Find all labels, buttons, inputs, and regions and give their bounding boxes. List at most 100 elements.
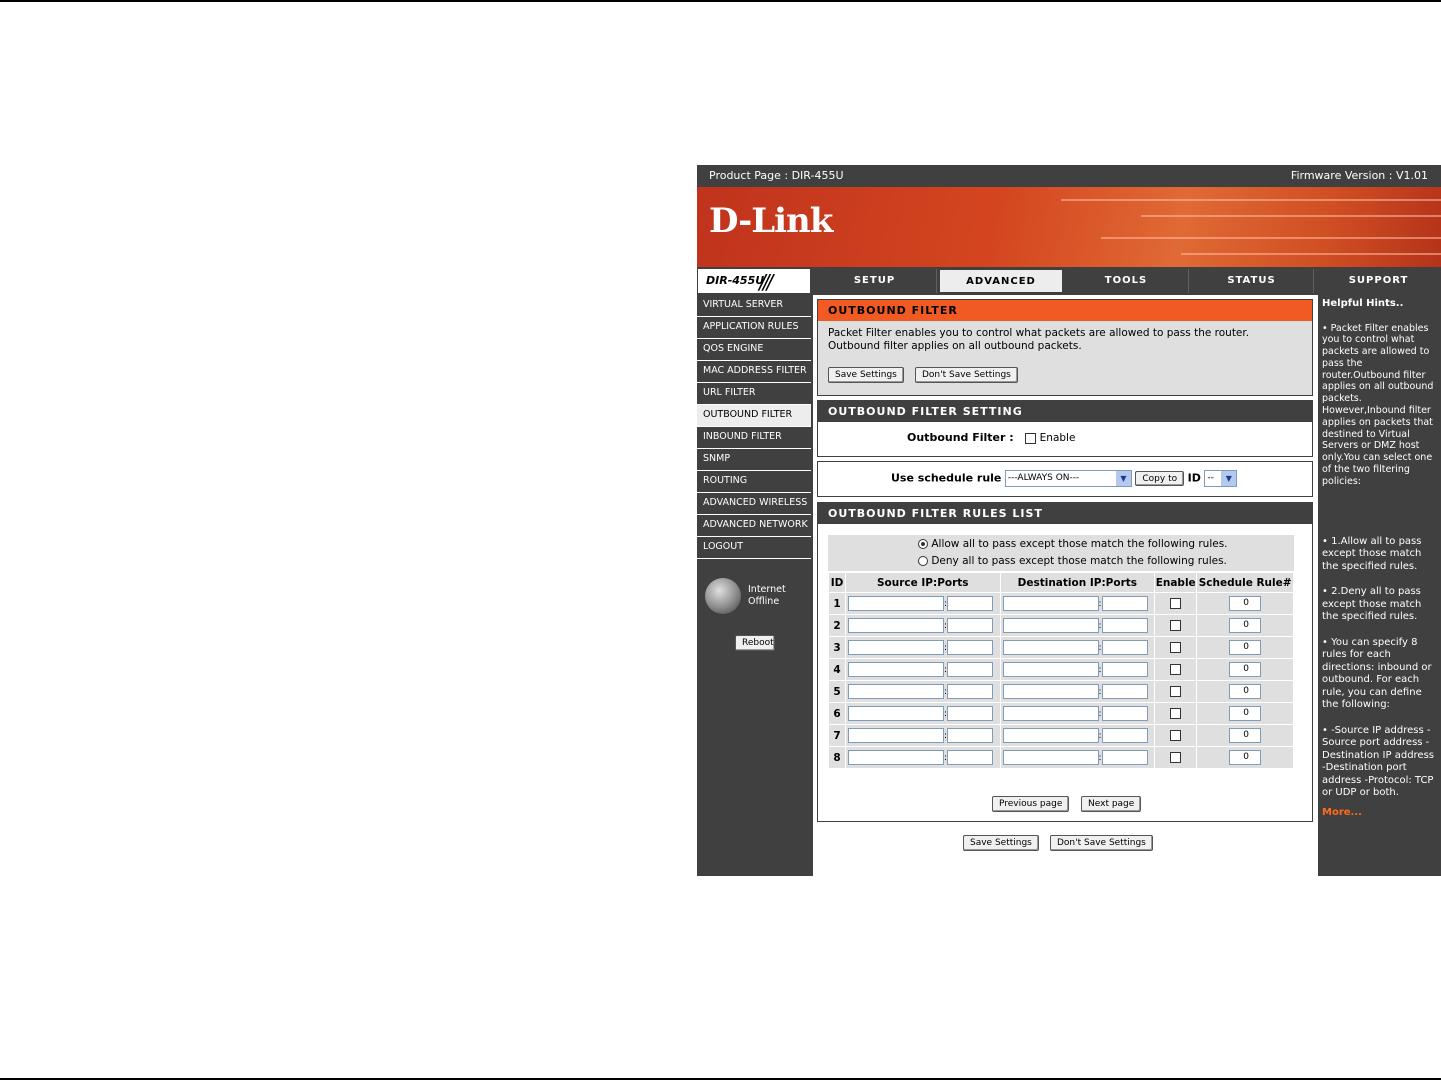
- source-ip-input[interactable]: [848, 750, 944, 765]
- hint-1: • Packet Filter enables you to control w…: [1322, 322, 1434, 487]
- previous-page-button[interactable]: Previous page: [992, 796, 1070, 812]
- source-port-input[interactable]: [947, 728, 993, 743]
- hint-2: • 1.Allow all to pass except those match…: [1322, 535, 1422, 572]
- source-ip-input[interactable]: [848, 640, 944, 655]
- schedule-rule-input[interactable]: 0: [1229, 706, 1262, 721]
- nav-url-filter[interactable]: URL FILTER: [697, 383, 811, 405]
- footer-save-settings-button[interactable]: Save Settings: [963, 835, 1039, 851]
- tab-advanced[interactable]: ADVANCED: [939, 269, 1063, 293]
- nav-qos-engine[interactable]: QOS ENGINE: [697, 339, 811, 361]
- nav-outbound-filter[interactable]: OUTBOUND FILTER: [697, 405, 811, 427]
- router-page: Product Page : DIR-455U Firmware Version…: [697, 165, 1441, 876]
- source-cell: :: [846, 637, 1000, 658]
- nav-advanced-network[interactable]: ADVANCED NETWORK: [697, 515, 811, 537]
- rule-enable-checkbox[interactable]: [1170, 708, 1182, 719]
- nav-application-rules[interactable]: APPLICATION RULES: [697, 317, 811, 339]
- source-port-input[interactable]: [947, 706, 993, 721]
- source-ip-input[interactable]: [848, 618, 944, 633]
- dont-save-settings-button[interactable]: Don't Save Settings: [915, 367, 1018, 383]
- source-ip-input[interactable]: [848, 728, 944, 743]
- nav-inbound-filter[interactable]: INBOUND FILTER: [697, 427, 811, 449]
- destination-ip-input[interactable]: [1002, 728, 1099, 743]
- main-content: OUTBOUND FILTER Packet Filter enables yo…: [813, 295, 1318, 876]
- nav-virtual-server[interactable]: VIRTUAL SERVER: [697, 295, 811, 317]
- destination-cell: :: [1000, 659, 1155, 680]
- source-ip-input[interactable]: [848, 706, 944, 721]
- destination-port-input[interactable]: [1101, 640, 1148, 655]
- destination-port-input[interactable]: [1101, 662, 1148, 677]
- source-port-input[interactable]: [947, 684, 993, 699]
- allow-option[interactable]: Allow all to pass except those match the…: [918, 538, 1228, 550]
- source-ip-input[interactable]: [848, 596, 944, 611]
- source-ip-input[interactable]: [848, 684, 944, 699]
- source-port-input[interactable]: [947, 618, 993, 633]
- outbound-filter-enable-checkbox[interactable]: [1025, 432, 1037, 444]
- destination-ip-input[interactable]: [1002, 662, 1099, 677]
- enable-cell: [1155, 615, 1197, 636]
- nav-advanced-wireless[interactable]: ADVANCED WIRELESS: [697, 493, 811, 515]
- schedule-cell: 0: [1197, 637, 1293, 658]
- schedule-rule-input[interactable]: 0: [1229, 684, 1262, 699]
- schedule-rule-input[interactable]: 0: [1229, 618, 1262, 633]
- destination-port-input[interactable]: [1101, 728, 1148, 743]
- destination-ip-input[interactable]: [1002, 706, 1099, 721]
- allow-radio[interactable]: [918, 539, 928, 549]
- destination-port-input[interactable]: [1101, 618, 1148, 633]
- rule-enable-checkbox[interactable]: [1170, 664, 1182, 675]
- schedule-rule-input[interactable]: 0: [1229, 750, 1262, 765]
- rule-enable-checkbox[interactable]: [1170, 730, 1182, 741]
- source-ip-input[interactable]: [848, 662, 944, 677]
- destination-ip-input[interactable]: [1002, 684, 1099, 699]
- rule-enable-checkbox[interactable]: [1170, 620, 1182, 631]
- nav-snmp[interactable]: SNMP: [697, 449, 811, 471]
- nav-routing[interactable]: ROUTING: [697, 471, 811, 493]
- copy-to-button[interactable]: Copy to: [1135, 471, 1185, 486]
- tab-setup[interactable]: SETUP: [813, 269, 937, 293]
- schedule-select[interactable]: ---ALWAYS ON--- ▼: [1004, 470, 1132, 487]
- destination-ip-input[interactable]: [1002, 750, 1099, 765]
- internet-status: Internet Offline: [703, 578, 803, 618]
- rule-enable-checkbox[interactable]: [1170, 642, 1182, 653]
- source-port-input[interactable]: [947, 596, 993, 611]
- save-settings-button[interactable]: Save Settings: [828, 367, 904, 383]
- schedule-rule-input[interactable]: 0: [1229, 662, 1262, 677]
- destination-port-input[interactable]: [1101, 750, 1148, 765]
- destination-ip-input[interactable]: [1002, 618, 1099, 633]
- destination-ip-input[interactable]: [1002, 640, 1099, 655]
- nav-logout[interactable]: LOGOUT: [697, 537, 811, 559]
- rule-enable-checkbox[interactable]: [1170, 598, 1182, 609]
- tab-tools[interactable]: TOOLS: [1064, 269, 1189, 293]
- nav-mac-address-filter[interactable]: MAC ADDRESS FILTER: [697, 361, 811, 383]
- source-port-input[interactable]: [947, 640, 993, 655]
- hint-5: • -Source IP address -Source port addres…: [1322, 724, 1435, 799]
- destination-ip-input[interactable]: [1002, 596, 1099, 611]
- schedule-rule-input[interactable]: 0: [1229, 640, 1262, 655]
- tab-status[interactable]: STATUS: [1190, 269, 1314, 293]
- schedule-id-select[interactable]: -- ▼: [1204, 470, 1238, 487]
- deny-option[interactable]: Deny all to pass except those match the …: [918, 555, 1227, 567]
- banner-stripe: [1061, 199, 1441, 201]
- next-page-button[interactable]: Next page: [1081, 796, 1142, 812]
- tab-support[interactable]: SUPPORT: [1316, 269, 1441, 293]
- col-destination: Destination IP:Ports: [1000, 573, 1155, 592]
- reboot-button[interactable]: Reboot: [735, 635, 775, 651]
- destination-port-input[interactable]: [1101, 596, 1148, 611]
- rule-enable-checkbox[interactable]: [1170, 752, 1182, 763]
- schedule-rule-input[interactable]: 0: [1229, 728, 1262, 743]
- enable-cell: [1155, 659, 1197, 680]
- destination-port-input[interactable]: [1101, 684, 1148, 699]
- deny-radio[interactable]: [918, 556, 928, 566]
- destination-port-input[interactable]: [1101, 706, 1148, 721]
- schedule-rule-input[interactable]: 0: [1229, 596, 1262, 611]
- rule-id: 3: [829, 637, 845, 658]
- more-link[interactable]: More...: [1322, 807, 1362, 820]
- destination-cell: :: [1000, 725, 1155, 746]
- bottom-rule: [0, 1078, 1441, 1080]
- destination-cell: :: [1000, 593, 1155, 614]
- col-id: ID: [829, 573, 845, 592]
- source-port-input[interactable]: [947, 662, 993, 677]
- footer-dont-save-settings-button[interactable]: Don't Save Settings: [1050, 835, 1153, 851]
- rules-list-box: OUTBOUND FILTER RULES LIST Allow all to …: [817, 502, 1313, 822]
- source-port-input[interactable]: [947, 750, 993, 765]
- rule-enable-checkbox[interactable]: [1170, 686, 1182, 697]
